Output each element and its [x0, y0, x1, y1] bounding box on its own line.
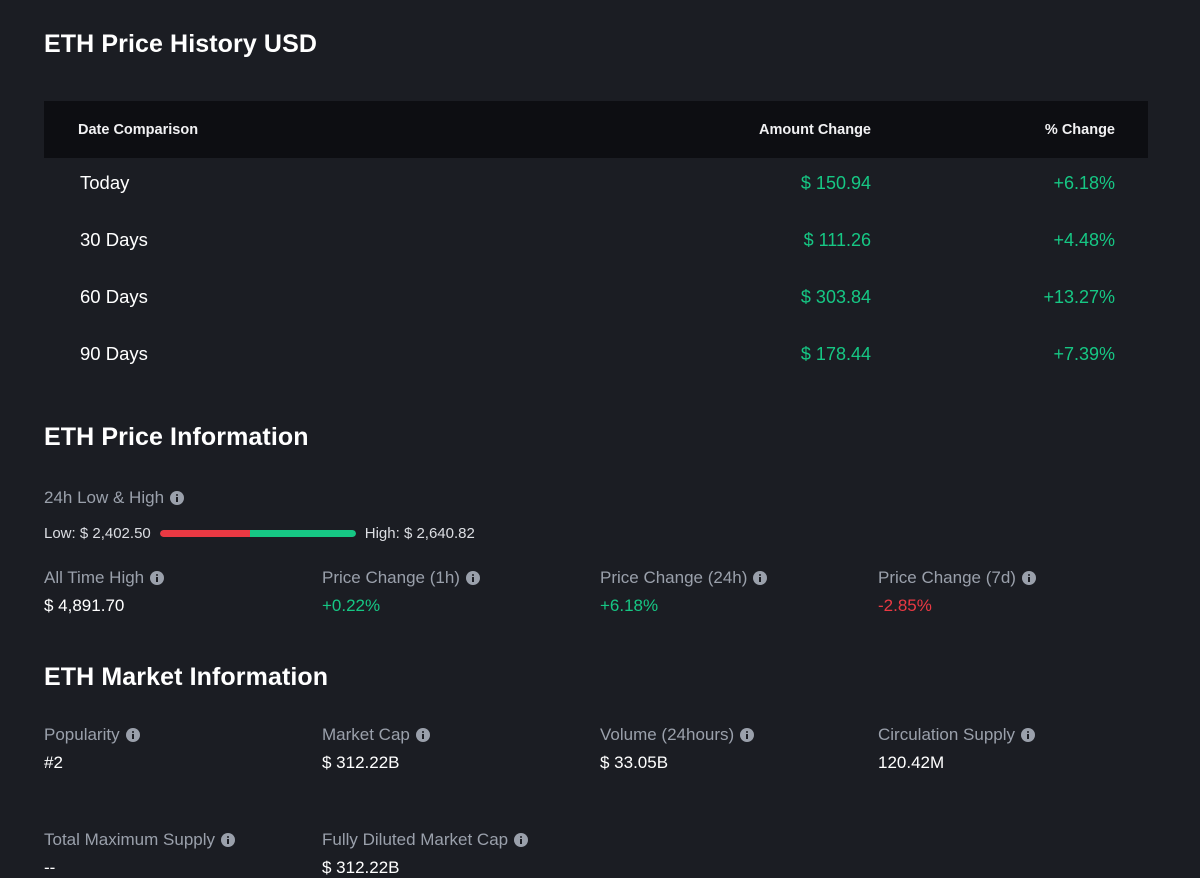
cell-percent-change: +7.39% — [1053, 344, 1115, 365]
stat-all-time-high: All Time High $ 4,891.70 — [44, 568, 322, 616]
stat-label: Fully Diluted Market Cap — [322, 830, 600, 850]
info-icon[interactable] — [170, 491, 184, 505]
low-high-range-group: Low: $ 2,402.50 High: $ 2,640.82 — [44, 525, 475, 542]
stat-label-text: Popularity — [44, 725, 120, 745]
stat-price-change-1h: Price Change (1h) +0.22% — [322, 568, 600, 616]
stat-popularity: Popularity #2 — [44, 725, 322, 773]
cell-date-comparison: 90 Days — [80, 343, 148, 365]
info-icon[interactable] — [740, 728, 754, 742]
stat-value: #2 — [44, 753, 322, 773]
section-title-price-information: ETH Price Information — [44, 423, 309, 452]
table-row: 60 Days $ 303.84 +13.27% — [44, 272, 1148, 329]
stat-label-text: Price Change (1h) — [322, 568, 460, 588]
stat-fully-diluted-market-cap: Fully Diluted Market Cap $ 312.22B — [322, 830, 600, 878]
price-information-grid: All Time High $ 4,891.70Price Change (1h)… — [44, 568, 1156, 616]
info-icon[interactable] — [753, 571, 767, 585]
cell-percent-change: +13.27% — [1043, 287, 1115, 308]
stat-value: $ 33.05B — [600, 753, 878, 773]
stat-label: Price Change (7d) — [878, 568, 1156, 588]
range-bar-low-segment — [160, 530, 250, 537]
eth-price-page: ETH Price History USD Date Comparison Am… — [0, 0, 1200, 863]
stat-label: Price Change (1h) — [322, 568, 600, 588]
info-icon[interactable] — [221, 833, 235, 847]
column-header-percent-change: % Change — [1045, 122, 1115, 138]
stat-value: 120.42M — [878, 753, 1156, 773]
stat-volume-24hours: Volume (24hours) $ 33.05B — [600, 725, 878, 773]
stat-label: Market Cap — [322, 725, 600, 745]
table-row: Today $ 150.94 +6.18% — [44, 158, 1148, 215]
stat-label-text: Price Change (7d) — [878, 568, 1016, 588]
column-header-amount-change: Amount Change — [759, 122, 871, 138]
stat-value: $ 4,891.70 — [44, 596, 322, 616]
price-history-table: Date Comparison Amount Change % Change T… — [44, 101, 1148, 386]
low-value-label: Low: $ 2,402.50 — [44, 525, 151, 542]
stat-label: Volume (24hours) — [600, 725, 878, 745]
high-value-label: High: $ 2,640.82 — [365, 525, 475, 542]
stat-circulation-supply: Circulation Supply 120.42M — [878, 725, 1156, 773]
stat-value: +6.18% — [600, 596, 878, 616]
low-high-range-bar — [160, 530, 356, 537]
info-icon[interactable] — [1022, 571, 1036, 585]
stat-value: $ 312.22B — [322, 753, 600, 773]
stat-label: All Time High — [44, 568, 322, 588]
cell-amount-change: $ 178.44 — [801, 344, 871, 365]
stat-label: Total Maximum Supply — [44, 830, 322, 850]
stat-total-maximum-supply: Total Maximum Supply -- — [44, 830, 322, 878]
stat-label: Price Change (24h) — [600, 568, 878, 588]
stat-price-change-24h: Price Change (24h) +6.18% — [600, 568, 878, 616]
cell-amount-change: $ 111.26 — [804, 230, 871, 251]
cell-date-comparison: 60 Days — [80, 286, 148, 308]
info-icon[interactable] — [466, 571, 480, 585]
stat-market-cap: Market Cap $ 312.22B — [322, 725, 600, 773]
low-high-label: 24h Low & High — [44, 488, 164, 508]
stat-value: $ 312.22B — [322, 858, 600, 878]
page-title-price-history: ETH Price History USD — [44, 30, 317, 59]
table-header-row: Date Comparison Amount Change % Change — [44, 101, 1148, 158]
cell-amount-change: $ 303.84 — [801, 287, 871, 308]
stat-label-text: Total Maximum Supply — [44, 830, 215, 850]
info-icon[interactable] — [126, 728, 140, 742]
cell-date-comparison: 30 Days — [80, 229, 148, 251]
stat-label-text: Price Change (24h) — [600, 568, 747, 588]
column-header-date-comparison: Date Comparison — [78, 122, 198, 138]
info-icon[interactable] — [416, 728, 430, 742]
range-bar-high-segment — [250, 530, 356, 537]
cell-amount-change: $ 150.94 — [801, 173, 871, 194]
stat-label: Popularity — [44, 725, 322, 745]
stat-value: +0.22% — [322, 596, 600, 616]
stat-label-text: Fully Diluted Market Cap — [322, 830, 508, 850]
stat-label-text: Market Cap — [322, 725, 410, 745]
market-information-grid: Popularity#2Market Cap$ 312.22BVolume (2… — [44, 725, 1156, 878]
stat-price-change-7d: Price Change (7d) -2.85% — [878, 568, 1156, 616]
table-row: 30 Days $ 111.26 +4.48% — [44, 215, 1148, 272]
info-icon[interactable] — [150, 571, 164, 585]
stat-label-text: Circulation Supply — [878, 725, 1015, 745]
cell-date-comparison: Today — [80, 172, 129, 194]
info-icon[interactable] — [1021, 728, 1035, 742]
table-body: Today $ 150.94 +6.18% 30 Days $ 111.26 +4.48%… — [44, 158, 1148, 386]
cell-percent-change: +6.18% — [1053, 173, 1115, 194]
stat-label-text: All Time High — [44, 568, 144, 588]
cell-percent-change: +4.48% — [1053, 230, 1115, 251]
low-high-label-group: 24h Low & High — [44, 488, 184, 508]
stat-label-text: Volume (24hours) — [600, 725, 734, 745]
stat-label: Circulation Supply — [878, 725, 1156, 745]
table-row: 90 Days $ 178.44 +7.39% — [44, 329, 1148, 386]
stat-value: -- — [44, 858, 322, 878]
info-icon[interactable] — [514, 833, 528, 847]
section-title-market-information: ETH Market Information — [44, 663, 328, 692]
stat-value: -2.85% — [878, 596, 1156, 616]
